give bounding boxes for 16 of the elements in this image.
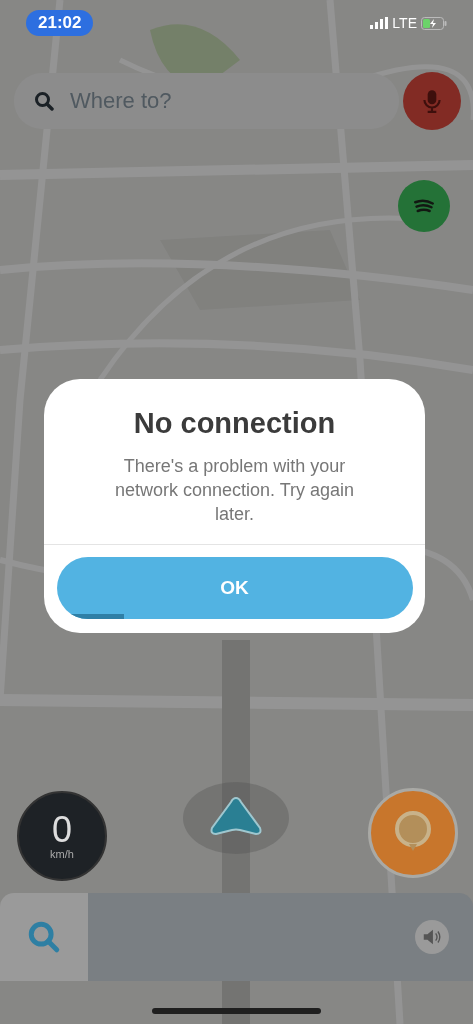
dialog-message: There's a problem with your network connection. Try again later. <box>113 455 356 526</box>
network-label: LTE <box>392 15 417 31</box>
location-arrow-icon <box>208 794 264 838</box>
dialog-title: No connection <box>133 407 336 440</box>
sound-button[interactable] <box>415 920 449 954</box>
speed-unit: km/h <box>50 848 74 860</box>
signal-icon <box>370 17 389 29</box>
search-tab-button[interactable] <box>0 893 88 981</box>
battery-icon <box>421 16 447 30</box>
ok-button[interactable]: OK <box>56 557 413 619</box>
speed-value: 0 <box>52 812 72 848</box>
search-icon <box>34 91 54 111</box>
search-icon <box>27 920 61 954</box>
search-field[interactable]: Where to? <box>14 73 399 129</box>
status-time: 21:02 <box>26 10 94 36</box>
search-input[interactable]: Where to? <box>68 87 272 115</box>
